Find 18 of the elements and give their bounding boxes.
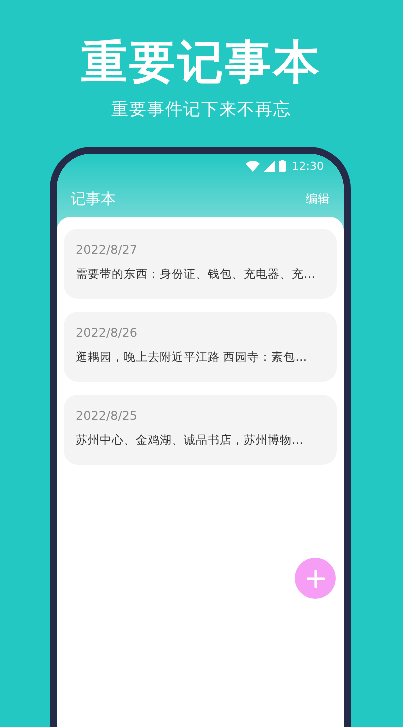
- plus-icon: [306, 570, 324, 588]
- note-date: 2022/8/26: [76, 326, 139, 340]
- wifi-icon: [246, 160, 260, 172]
- app-title: 记事本: [71, 190, 116, 209]
- subtitle: 重要事件记下来不再忘: [112, 99, 292, 121]
- status-time: 12:30: [292, 160, 324, 172]
- note-date: 2022/8/25: [76, 409, 139, 423]
- note-card[interactable]: 2022/8/26 逛耦园，晚上去附近平江路 西园寺：素包…: [64, 312, 337, 382]
- note-preview: 苏州中心、金鸡湖、诚品书店，苏州博物…: [76, 433, 304, 448]
- signal-icon: [264, 160, 276, 172]
- add-button[interactable]: [295, 558, 336, 599]
- note-date: 2022/8/27: [76, 243, 139, 257]
- note-card[interactable]: 2022/8/27 需要带的东西：身份证、钱包、充电器、充…: [64, 229, 337, 299]
- battery-icon: [279, 160, 286, 172]
- note-preview: 需要带的东西：身份证、钱包、充电器、充…: [76, 267, 316, 282]
- note-preview: 逛耦园，晚上去附近平江路 西园寺：素包…: [76, 350, 308, 365]
- headline: 重要记事本: [82, 36, 322, 88]
- note-card[interactable]: 2022/8/25 苏州中心、金鸡湖、诚品书店，苏州博物…: [64, 395, 337, 465]
